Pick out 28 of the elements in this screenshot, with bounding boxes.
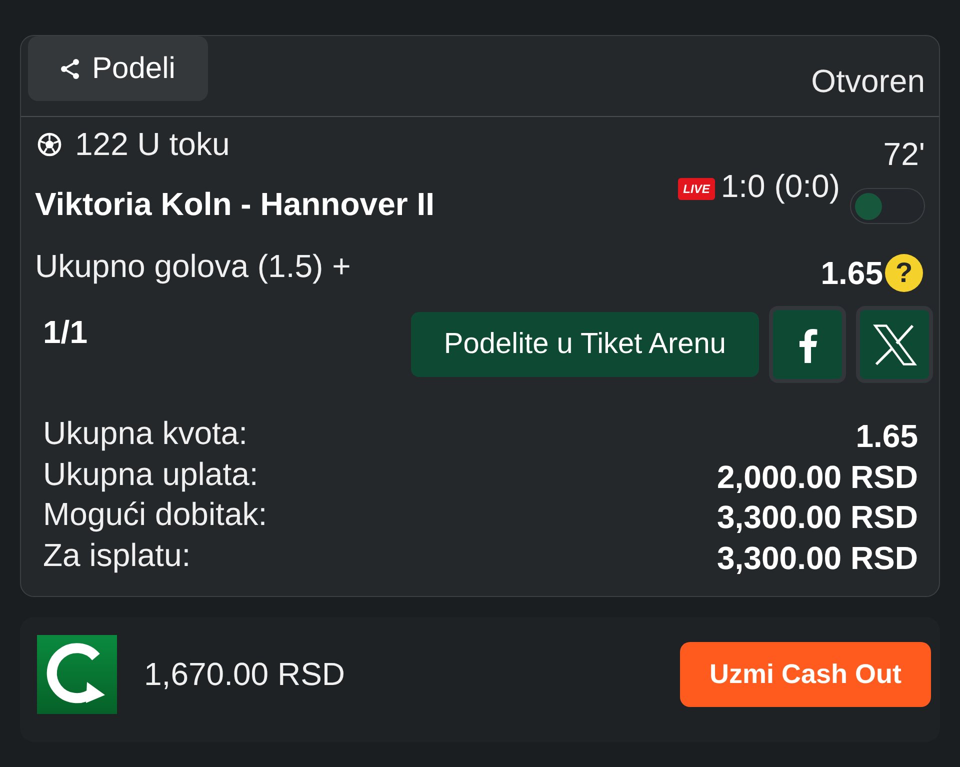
odds-value: 1.65 — [820, 254, 883, 292]
summary-label: Za isplatu: — [43, 536, 191, 573]
share-icon — [58, 56, 82, 80]
arena-share-button[interactable]: Podelite u Tiket Arenu — [411, 312, 759, 377]
status-label: Otvoren — [811, 63, 925, 99]
x-button[interactable] — [856, 306, 933, 383]
x-logo-icon — [872, 324, 916, 366]
summary-label: Ukupna kvota: — [43, 415, 248, 452]
toggle-switch[interactable] — [850, 188, 925, 224]
cashout-amount: 1,670.00 RSD — [144, 656, 346, 693]
soccer-ball-icon — [37, 132, 62, 156]
market-label: Ukupno golova (1.5) + — [35, 248, 351, 284]
share-button[interactable]: Podeli — [28, 36, 208, 101]
facebook-button[interactable] — [769, 306, 846, 383]
facebook-icon — [798, 326, 818, 362]
summary-value: 1.65 — [856, 418, 918, 454]
help-badge[interactable]: ? — [885, 254, 923, 292]
summary-value: 3,300.00 RSD — [716, 499, 918, 536]
score-label: 1:0 (0:0) — [720, 168, 840, 204]
minute-label: 72' — [883, 136, 925, 172]
summary-value: 3,300.00 RSD — [716, 540, 918, 576]
match-title: Viktoria Koln - Hannover II — [35, 186, 434, 222]
ticket-count: 1/1 — [43, 314, 88, 351]
summary-label: Ukupna uplata: — [43, 456, 258, 492]
summary-label: Mogući dobitak: — [43, 496, 268, 532]
summary-value: 2,000.00 RSD — [716, 458, 918, 495]
live-badge: LIVE — [678, 178, 715, 200]
match-status: 122 U toku — [75, 126, 230, 162]
